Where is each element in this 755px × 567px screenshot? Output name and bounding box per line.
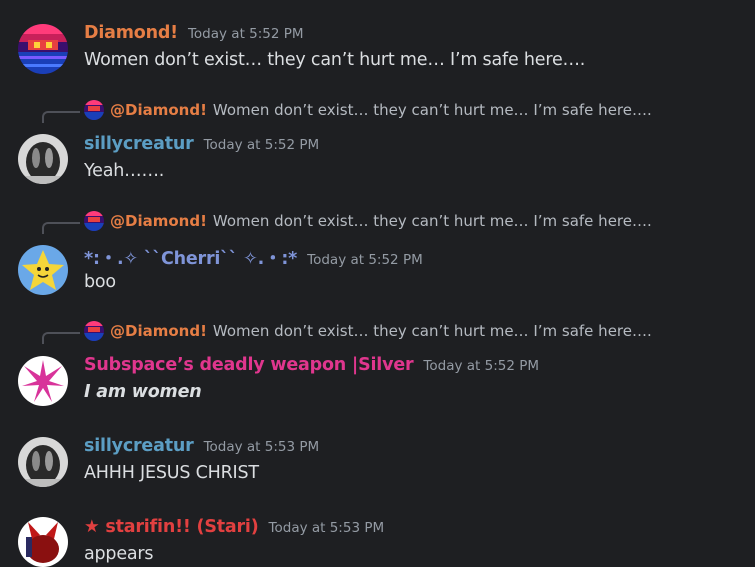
reply-text[interactable]: Women don’t exist… they can’t hurt me… I… — [213, 101, 652, 119]
message-content: appears — [84, 544, 154, 564]
reply-avatar-diamond — [84, 211, 104, 231]
avatar-sillycreatur[interactable] — [18, 437, 68, 487]
author-name[interactable]: sillycreatur — [84, 436, 194, 456]
reply-author[interactable]: @Diamond! — [110, 322, 207, 340]
reply-text[interactable]: Women don’t exist… they can’t hurt me… I… — [213, 322, 652, 340]
reply-avatar-diamond — [84, 100, 104, 120]
timestamp[interactable]: Today at 5:53 PM — [204, 439, 320, 455]
reply-preview[interactable]: @Diamond! Women don’t exist… they can’t … — [84, 100, 652, 120]
reply-connector — [42, 332, 80, 344]
reply-author[interactable]: @Diamond! — [110, 212, 207, 230]
reply-author[interactable]: @Diamond! — [110, 101, 207, 119]
timestamp[interactable]: Today at 5:52 PM — [204, 137, 320, 153]
author-name[interactable]: Subspace’s deadly weapon |Silver — [84, 355, 414, 375]
avatar-stari[interactable] — [18, 517, 68, 567]
reply-preview[interactable]: @Diamond! Women don’t exist… they can’t … — [84, 321, 652, 341]
avatar-cherri[interactable] — [18, 245, 68, 295]
message-content: boo — [84, 272, 116, 292]
author-name[interactable]: *:・.✧ ``Cherri`` ✧.・:* — [84, 245, 297, 270]
timestamp[interactable]: Today at 5:53 PM — [269, 520, 385, 536]
timestamp[interactable]: Today at 5:52 PM — [188, 26, 304, 42]
reply-preview[interactable]: @Diamond! Women don’t exist… they can’t … — [84, 211, 652, 231]
message-content: Women don’t exist… they can’t hurt me… I… — [84, 50, 586, 70]
author-name[interactable]: ★ starifin!! (Stari) — [84, 517, 259, 537]
author-name[interactable]: sillycreatur — [84, 134, 194, 154]
avatar-sillycreatur[interactable] — [18, 134, 68, 184]
message-content: AHHH JESUS CHRIST — [84, 463, 259, 483]
avatar-silver[interactable] — [18, 356, 68, 406]
reply-avatar-diamond — [84, 321, 104, 341]
timestamp[interactable]: Today at 5:52 PM — [307, 252, 423, 268]
timestamp[interactable]: Today at 5:52 PM — [423, 358, 539, 374]
message-content: Yeah……. — [84, 161, 165, 181]
author-name[interactable]: Diamond! — [84, 23, 178, 43]
message-content: I am women — [84, 382, 202, 402]
reply-connector — [42, 111, 80, 123]
avatar-diamond[interactable] — [18, 24, 68, 74]
reply-text[interactable]: Women don’t exist… they can’t hurt me… I… — [213, 212, 652, 230]
reply-connector — [42, 222, 80, 234]
